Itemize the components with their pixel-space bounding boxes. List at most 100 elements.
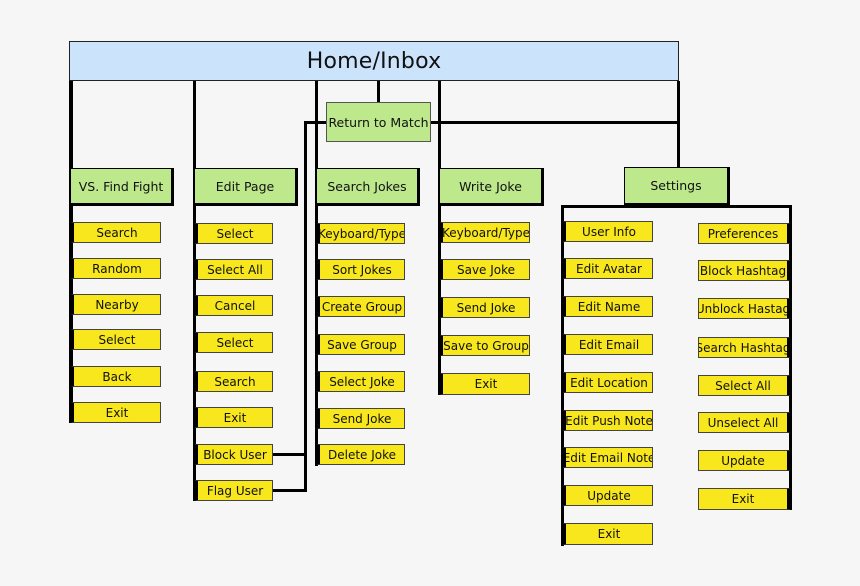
return-to-match-label: Return to Match	[328, 114, 429, 130]
item-label: Sort Jokes	[332, 262, 392, 277]
item-label: Exit	[223, 410, 247, 425]
settings-item-edit-location[interactable]: Edit Location	[562, 372, 653, 393]
item-label: Save Joke	[456, 262, 516, 277]
item-label: Update	[721, 453, 765, 468]
section-label: VS. Find Fight	[78, 178, 164, 194]
settings-item-exit-2[interactable]: Exit	[698, 488, 791, 510]
item-label: Delete Joke	[327, 447, 397, 462]
search-item-select-joke[interactable]: Select Joke	[316, 371, 405, 392]
search-item-delete-joke[interactable]: Delete Joke	[316, 444, 405, 465]
item-label: Edit Push Note	[565, 413, 653, 428]
vs-item-exit[interactable]: Exit	[70, 402, 161, 423]
item-label: Preferences	[707, 226, 779, 241]
item-label: Keyboard/Type	[442, 225, 530, 240]
item-label: Unblock Hastag	[698, 301, 791, 316]
vs-item-random[interactable]: Random	[70, 258, 161, 279]
connector-return-stem	[377, 81, 380, 103]
connector-edit-trunk	[193, 81, 196, 501]
item-label: Search Hashtag	[698, 340, 791, 355]
item-label: Block User	[203, 447, 267, 462]
item-label: Select	[216, 226, 254, 241]
edit-item-block-user[interactable]: Block User	[194, 444, 273, 465]
item-label: Edit Email Note	[562, 450, 653, 465]
edit-item-exit[interactable]: Exit	[194, 407, 273, 428]
settings-item-update-2[interactable]: Update	[698, 450, 791, 471]
settings-item-block-hashtag[interactable]: Block Hashtag	[698, 260, 791, 281]
item-label: Select	[216, 335, 254, 350]
edit-item-select-2[interactable]: Select	[194, 332, 273, 353]
item-label: Nearby	[95, 297, 139, 312]
section-settings[interactable]: Settings	[624, 167, 730, 206]
item-label: Select All	[207, 262, 263, 277]
search-item-save-group[interactable]: Save Group	[316, 334, 405, 355]
item-label: Create Group	[321, 299, 403, 314]
item-label: Edit Name	[577, 299, 641, 314]
connector-flag-user	[272, 489, 307, 492]
item-label: Save Group	[327, 337, 397, 352]
write-item-save-joke[interactable]: Save Joke	[439, 259, 530, 280]
item-label: Exit	[597, 527, 621, 541]
connector-return-right	[430, 121, 680, 124]
settings-item-search-hashtag[interactable]: Search Hashtag	[698, 337, 791, 358]
item-label: Block Hashtag	[699, 263, 787, 278]
edit-item-select[interactable]: Select	[194, 223, 273, 244]
section-write-joke[interactable]: Write Joke	[439, 168, 544, 206]
item-label: Cancel	[214, 298, 256, 313]
settings-item-unblock-hashtag[interactable]: Unblock Hastag	[698, 298, 791, 319]
section-label: Settings	[650, 178, 702, 193]
settings-item-unselect-all[interactable]: Unselect All	[698, 412, 791, 433]
item-label: Back	[102, 369, 132, 384]
item-label: Exit	[474, 377, 498, 391]
item-label: Send Joke	[332, 411, 392, 426]
settings-item-edit-email-note[interactable]: Edit Email Note	[562, 447, 653, 468]
home-inbox-node: Home/Inbox	[69, 41, 679, 81]
search-item-sort-jokes[interactable]: Sort Jokes	[316, 259, 405, 280]
settings-item-edit-push-note[interactable]: Edit Push Note	[562, 410, 653, 431]
settings-item-edit-name[interactable]: Edit Name	[562, 296, 653, 317]
section-edit-page[interactable]: Edit Page	[194, 168, 298, 206]
item-label: Search	[214, 374, 256, 389]
item-label: Edit Email	[578, 337, 640, 352]
settings-item-select-all[interactable]: Select All	[698, 375, 791, 396]
vs-item-select[interactable]: Select	[70, 329, 161, 350]
connector-block-user	[272, 453, 307, 456]
item-label: User Info	[582, 224, 636, 239]
section-label: Write Joke	[459, 178, 522, 194]
edit-item-select-all[interactable]: Select All	[194, 259, 273, 280]
search-item-keyboard-type[interactable]: Keyboard/Type	[316, 223, 405, 244]
write-item-send-joke[interactable]: Send Joke	[439, 297, 530, 318]
settings-item-edit-email[interactable]: Edit Email	[562, 334, 653, 355]
vs-item-back[interactable]: Back	[70, 366, 161, 387]
home-inbox-label: Home/Inbox	[306, 48, 442, 74]
item-label: Keyboard/Type	[318, 226, 405, 241]
item-label: Select	[98, 332, 136, 347]
settings-item-user-info[interactable]: User Info	[562, 221, 653, 242]
item-label: Edit Location	[570, 375, 648, 390]
vs-item-search[interactable]: Search	[70, 222, 161, 243]
item-label: Exit	[731, 492, 755, 506]
item-label: Save to Group	[443, 338, 529, 353]
item-label: Update	[587, 488, 631, 503]
section-label: Edit Page	[215, 178, 275, 194]
settings-item-edit-avatar[interactable]: Edit Avatar	[562, 258, 653, 279]
settings-item-update[interactable]: Update	[562, 485, 653, 506]
return-to-match-node[interactable]: Return to Match	[326, 102, 431, 142]
edit-item-cancel[interactable]: Cancel	[194, 295, 273, 316]
edit-item-search[interactable]: Search	[194, 371, 273, 392]
edit-item-flag-user[interactable]: Flag User	[194, 480, 273, 501]
settings-item-preferences[interactable]: Preferences	[698, 223, 791, 244]
write-item-keyboard-type[interactable]: Keyboard/Type	[439, 222, 530, 243]
section-vs-find-fight[interactable]: VS. Find Fight	[70, 168, 174, 206]
item-label: Search	[96, 225, 138, 240]
search-item-send-joke[interactable]: Send Joke	[316, 408, 405, 429]
item-label: Unselect All	[707, 415, 779, 430]
settings-item-exit[interactable]: Exit	[562, 523, 653, 545]
item-label: Flag User	[206, 483, 264, 498]
section-search-jokes[interactable]: Search Jokes	[316, 168, 420, 206]
write-item-save-to-group[interactable]: Save to Group	[439, 335, 530, 356]
write-item-exit[interactable]: Exit	[439, 373, 530, 395]
vs-item-nearby[interactable]: Nearby	[70, 294, 161, 315]
section-label: Search Jokes	[327, 178, 407, 194]
search-item-create-group[interactable]: Create Group	[316, 296, 405, 317]
connector-return-left	[304, 121, 327, 124]
